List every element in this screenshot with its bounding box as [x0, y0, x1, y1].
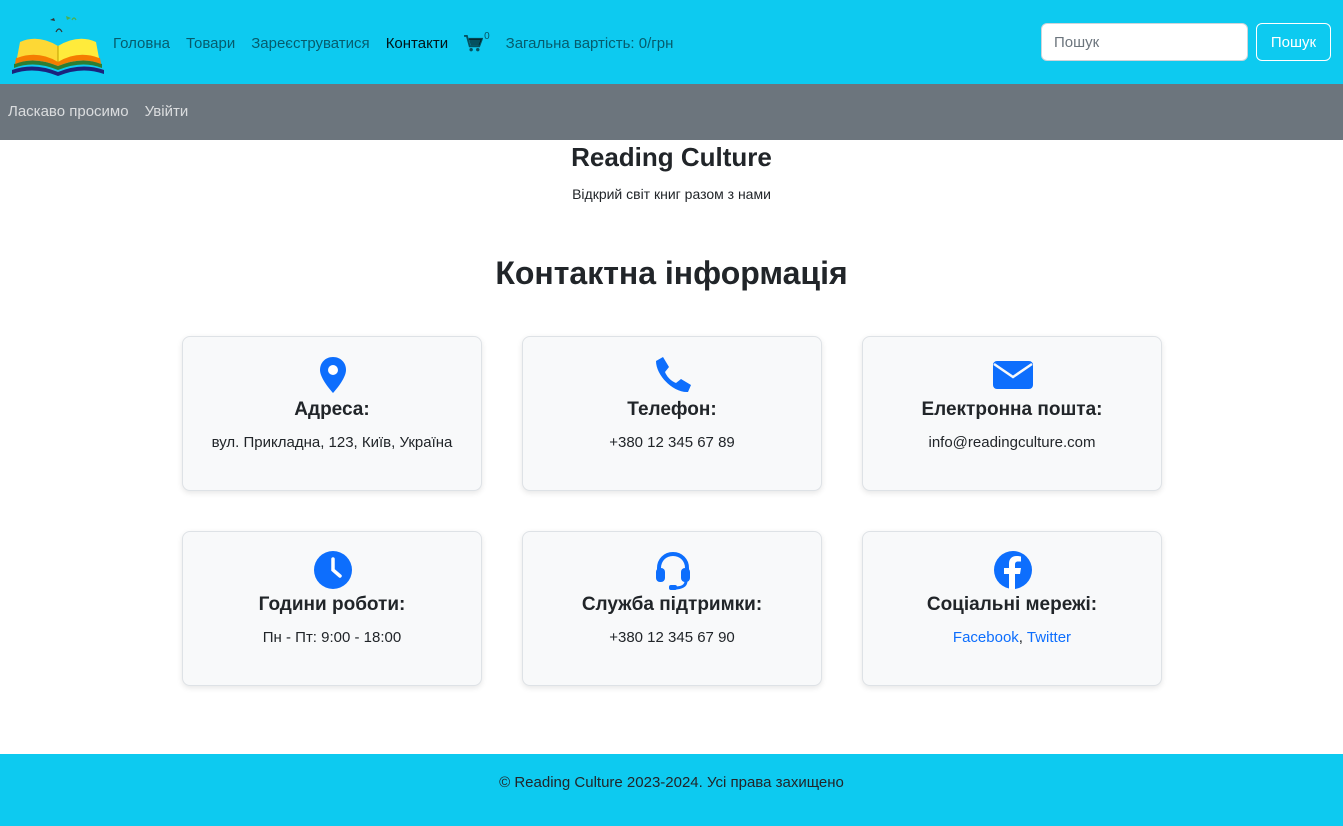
contact-card-title: Телефон:	[627, 399, 717, 420]
contact-card-phone: Телефон: +380 12 345 67 89	[522, 336, 822, 491]
search-input[interactable]	[1041, 23, 1248, 61]
nav-link-products[interactable]: Товари	[186, 35, 235, 52]
phone-icon	[653, 355, 693, 395]
top-navbar: Головна Товари Зареєструватися Контакти …	[0, 0, 1343, 84]
footer-copyright: © Reading Culture 2023-2024. Усі права з…	[499, 774, 844, 791]
envelope-icon	[993, 355, 1033, 395]
search-button[interactable]: Пошук	[1256, 23, 1331, 61]
contact-card-address: Адреса: вул. Прикладна, 123, Київ, Украї…	[182, 336, 482, 491]
facebook-icon	[993, 550, 1033, 590]
contact-card-title: Адреса:	[294, 399, 370, 420]
site-tagline: Відкрий світ книг разом з нами	[572, 186, 771, 202]
cart-link[interactable]: 0	[464, 31, 490, 52]
page-footer: © Reading Culture 2023-2024. Усі права з…	[0, 754, 1343, 826]
contact-section-heading: Контактна інформація	[495, 255, 848, 291]
social-links-separator: ,	[1018, 629, 1027, 646]
nav-link-contacts[interactable]: Контакти	[386, 35, 448, 52]
contact-card-value: info@readingculture.com	[928, 434, 1096, 451]
contact-card-value: +380 12 345 67 90	[609, 629, 735, 646]
contact-card-hours: Години роботи: Пн - Пт: 9:00 - 18:00	[182, 531, 482, 686]
shopping-cart-icon	[464, 34, 484, 51]
main-nav: Головна Товари Зареєструватися Контакти …	[113, 31, 674, 54]
cart-count-badge: 0	[484, 30, 490, 42]
user-subnav: Ласкаво просимо Увійти	[0, 84, 1343, 140]
social-links: Facebook, Twitter	[863, 629, 1161, 646]
cart-total-text: Загальна вартість: 0/грн	[505, 34, 674, 52]
contact-card-email: Електронна пошта: info@readingculture.co…	[862, 336, 1162, 491]
contact-card-support: Служба підтримки: +380 12 345 67 90	[522, 531, 822, 686]
site-title: Reading Culture	[571, 142, 772, 172]
nav-link-home[interactable]: Головна	[113, 35, 170, 52]
welcome-link[interactable]: Ласкаво просимо	[8, 103, 129, 120]
headset-icon	[653, 550, 693, 590]
map-pin-icon	[313, 355, 353, 395]
clock-icon	[313, 550, 353, 590]
contact-card-title: Електронна пошта:	[921, 399, 1103, 420]
contact-card-value: Пн - Пт: 9:00 - 18:00	[262, 629, 402, 646]
twitter-link[interactable]: Twitter	[1027, 629, 1071, 646]
contact-card-value: вул. Прикладна, 123, Київ, Україна	[211, 434, 453, 451]
nav-link-register[interactable]: Зареєструватися	[251, 35, 369, 52]
contact-card-value: +380 12 345 67 89	[609, 434, 735, 451]
contact-card-title: Години роботи:	[258, 594, 406, 615]
facebook-link[interactable]: Facebook	[953, 629, 1019, 646]
open-book-logo-icon[interactable]	[10, 12, 106, 76]
login-link[interactable]: Увійти	[145, 103, 189, 120]
contact-card-title: Служба підтримки:	[581, 594, 763, 615]
contact-card-title: Соціальні мережі:	[926, 594, 1098, 615]
contact-card-social: Соціальні мережі: Facebook, Twitter	[862, 531, 1162, 686]
